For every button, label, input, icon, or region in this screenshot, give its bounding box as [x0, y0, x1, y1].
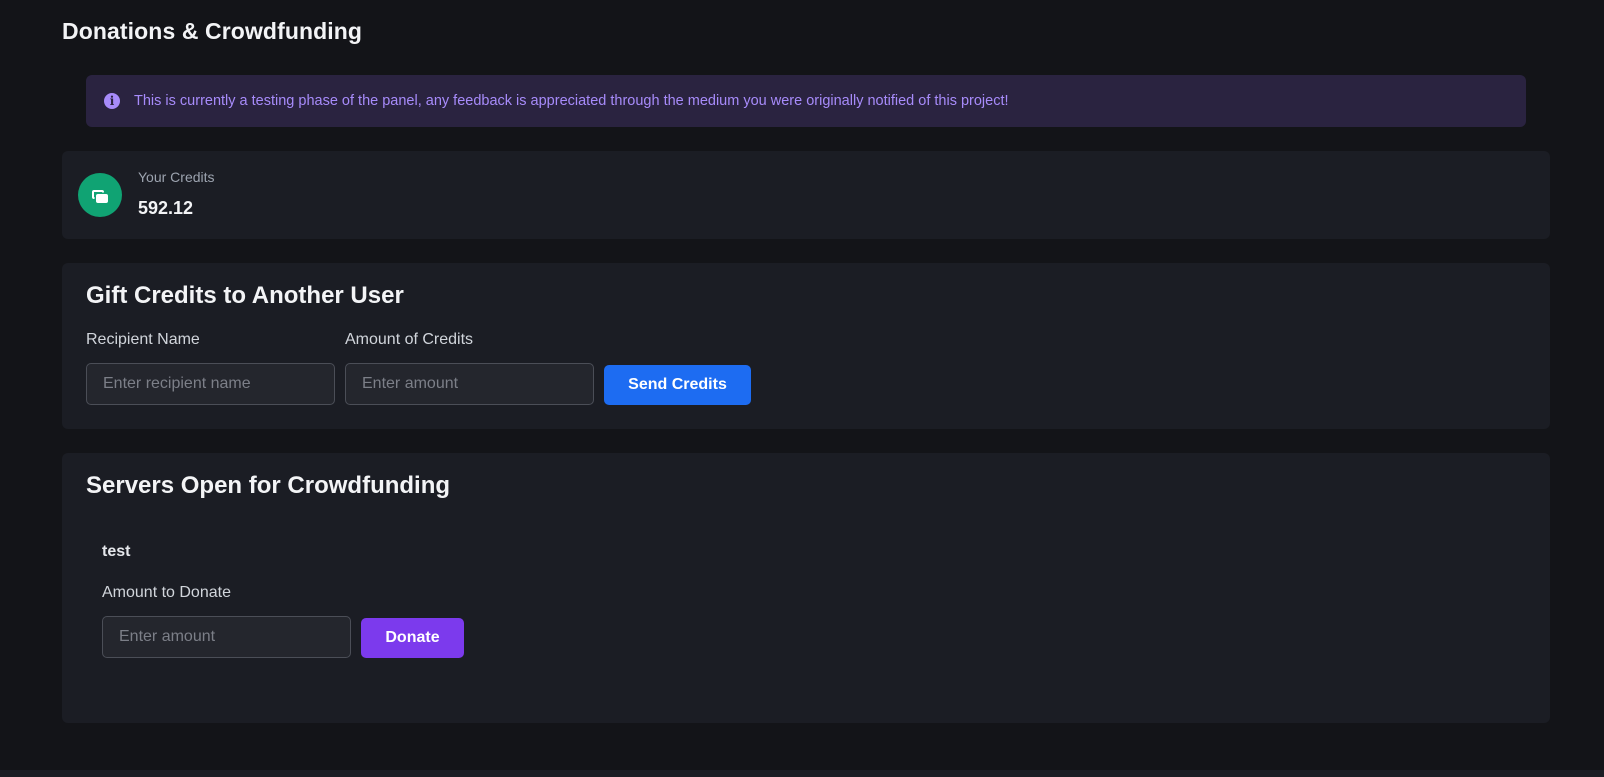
credits-label: Your Credits	[138, 169, 215, 185]
info-circle-icon: i	[104, 93, 120, 109]
credit-amount-input[interactable]	[345, 363, 594, 405]
info-alert: i This is currently a testing phase of t…	[86, 75, 1526, 127]
credit-cards-icon	[78, 173, 122, 217]
gift-credits-card: Gift Credits to Another User Recipient N…	[62, 263, 1550, 429]
donate-amount-input[interactable]	[102, 616, 351, 658]
footer-strip	[0, 770, 1604, 777]
page-title: Donations & Crowdfunding	[62, 18, 363, 44]
alert-text: This is currently a testing phase of the…	[134, 93, 1009, 109]
crowdfunding-title: Servers Open for Crowdfunding	[86, 472, 451, 499]
recipient-name-label: Recipient Name	[86, 331, 200, 348]
gift-credits-title: Gift Credits to Another User	[86, 282, 404, 309]
donate-button[interactable]: Donate	[361, 618, 464, 658]
recipient-name-input[interactable]	[86, 363, 335, 405]
send-credits-button[interactable]: Send Credits	[604, 365, 751, 405]
donate-amount-label: Amount to Donate	[102, 584, 231, 601]
crowdfunding-card: Servers Open for Crowdfunding test Amoun…	[62, 453, 1550, 723]
credits-value: 592.12	[138, 198, 194, 218]
server-name: test	[102, 543, 131, 560]
credits-card	[62, 151, 1550, 239]
credit-amount-label: Amount of Credits	[345, 331, 474, 348]
